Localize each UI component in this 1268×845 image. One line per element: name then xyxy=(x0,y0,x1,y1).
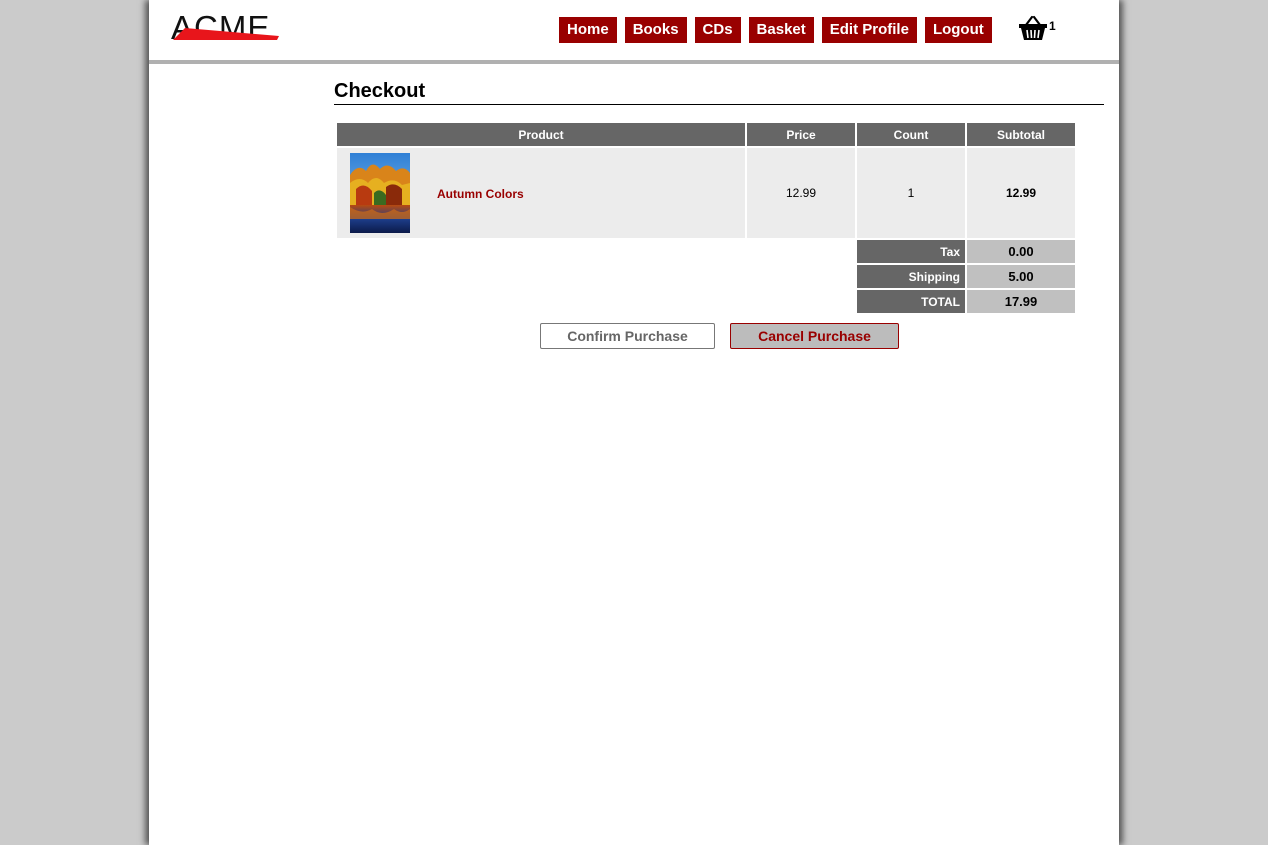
confirm-purchase-button[interactable]: Confirm Purchase xyxy=(540,323,715,349)
basket-icon[interactable] xyxy=(1018,15,1048,41)
tax-row: Tax 0.00 xyxy=(337,240,1075,263)
shipping-value: 5.00 xyxy=(967,265,1075,288)
nav-basket[interactable]: Basket xyxy=(748,17,814,43)
product-price: 12.99 xyxy=(747,148,855,238)
product-count: 1 xyxy=(857,148,965,238)
page-container: ACME Home Books CDs Basket Edit Profile … xyxy=(149,0,1119,845)
total-value: 17.99 xyxy=(967,290,1075,313)
table-row: Autumn Colors 12.99 1 12.99 xyxy=(337,148,1075,238)
column-header-price: Price xyxy=(747,123,855,146)
checkout-actions: Confirm Purchase Cancel Purchase xyxy=(540,323,899,349)
product-subtotal: 12.99 xyxy=(967,148,1075,238)
logo-swoosh-icon xyxy=(173,28,279,40)
main-content: Checkout Product Price Count Subtotal Au… xyxy=(334,80,1104,349)
main-nav: Home Books CDs Basket Edit Profile Logou… xyxy=(559,17,992,43)
shipping-label: Shipping xyxy=(857,265,965,288)
nav-logout[interactable]: Logout xyxy=(924,17,992,43)
cancel-purchase-button[interactable]: Cancel Purchase xyxy=(730,323,899,349)
tax-value: 0.00 xyxy=(967,240,1075,263)
product-cell: Autumn Colors xyxy=(337,148,745,238)
checkout-table: Product Price Count Subtotal Autumn Colo… xyxy=(335,121,1077,315)
shipping-row: Shipping 5.00 xyxy=(337,265,1075,288)
page-title: Checkout xyxy=(334,80,1104,105)
nav-home[interactable]: Home xyxy=(559,17,617,43)
column-header-count: Count xyxy=(857,123,965,146)
nav-edit-profile[interactable]: Edit Profile xyxy=(821,17,917,43)
site-header: ACME Home Books CDs Basket Edit Profile … xyxy=(149,0,1119,64)
total-row: TOTAL 17.99 xyxy=(337,290,1075,313)
product-name-link[interactable]: Autumn Colors xyxy=(437,187,524,201)
column-header-subtotal: Subtotal xyxy=(967,123,1075,146)
basket-count: 1 xyxy=(1049,19,1056,33)
acme-logo[interactable]: ACME xyxy=(171,10,281,46)
nav-cds[interactable]: CDs xyxy=(694,17,741,43)
tax-label: Tax xyxy=(857,240,965,263)
column-header-product: Product xyxy=(337,123,745,146)
nav-books[interactable]: Books xyxy=(624,17,687,43)
table-header-row: Product Price Count Subtotal xyxy=(337,123,1075,146)
product-thumbnail[interactable] xyxy=(350,153,410,233)
total-label: TOTAL xyxy=(857,290,965,313)
